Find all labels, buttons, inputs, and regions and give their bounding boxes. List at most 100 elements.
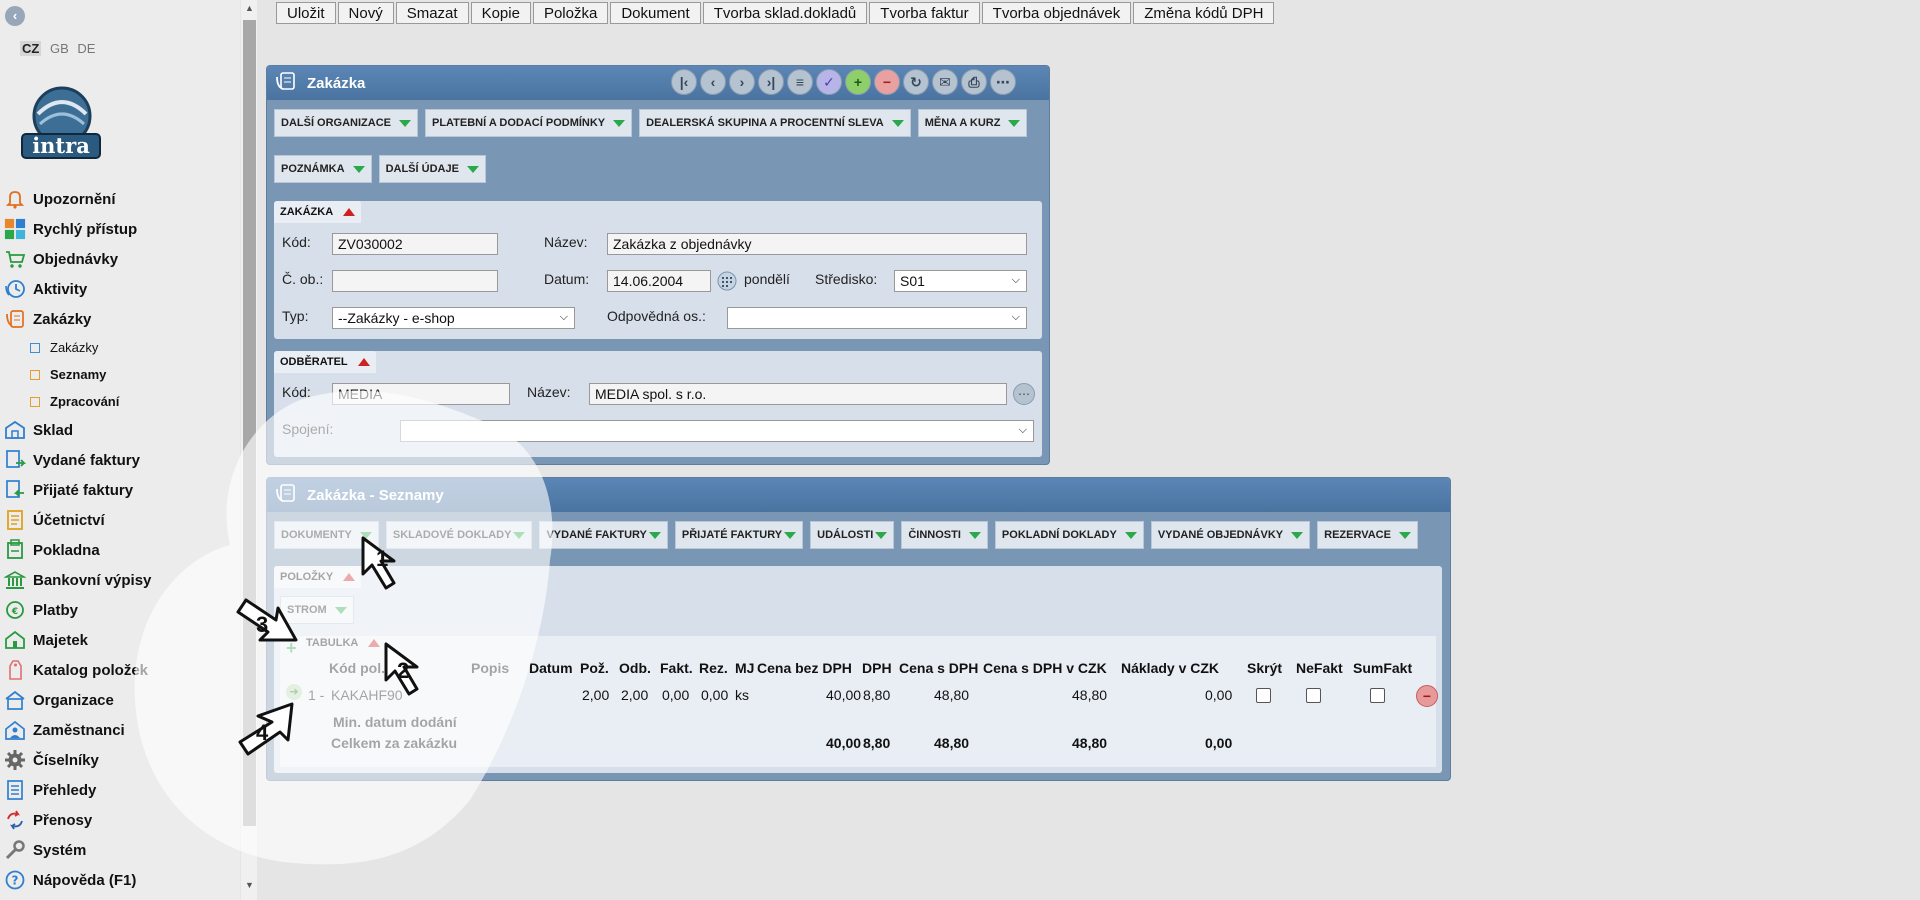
col-datum[interactable]: Datum <box>529 660 573 676</box>
row-tree-icon[interactable]: ➜ <box>286 684 302 700</box>
language-cz[interactable]: CZ <box>20 41 42 56</box>
cob-field[interactable] <box>332 270 498 292</box>
col-fakt[interactable]: Fakt. <box>660 660 693 676</box>
col-sumfakt[interactable]: SumFakt <box>1353 660 1412 676</box>
tab-pokladni-doklady[interactable]: POKLADNÍ DOKLADY <box>994 521 1144 549</box>
sidebar-item-ciselniky[interactable]: Číselníky <box>0 745 240 775</box>
sidebar-item-sklad[interactable]: Sklad <box>0 415 240 445</box>
tab-dalsi-organizace[interactable]: DALŠÍ ORGANIZACE <box>274 109 418 137</box>
col-mj[interactable]: MJ <box>735 660 754 676</box>
col-kod-pol[interactable]: Kód pol. <box>329 660 385 676</box>
scroll-thumb[interactable] <box>243 20 256 826</box>
print-icon[interactable]: ⎙ <box>961 69 987 95</box>
col-dph[interactable]: DPH <box>862 660 892 676</box>
change-vat-codes-button[interactable]: Změna kódů DPH <box>1133 2 1275 24</box>
first-record-icon[interactable]: |‹ <box>671 69 697 95</box>
stredisko-select[interactable]: S01 ⌵ <box>894 270 1027 292</box>
sidebar-item-bankovni-vypisy[interactable]: Bankovní výpisy <box>0 565 240 595</box>
delete-button[interactable]: Smazat <box>395 2 469 24</box>
language-gb[interactable]: GB <box>50 41 69 56</box>
kod-field[interactable] <box>332 233 498 255</box>
previous-record-icon[interactable]: ‹ <box>700 69 726 95</box>
col-skryt[interactable]: Skrýt <box>1247 660 1282 676</box>
more-options-icon[interactable]: ⋯ <box>990 69 1016 95</box>
datum-field[interactable] <box>607 270 711 292</box>
tab-platebni-podminky[interactable]: PLATEBNÍ A DODACÍ PODMÍNKY <box>425 109 633 137</box>
create-orders-button[interactable]: Tvorba objednávek <box>981 2 1132 24</box>
typ-select[interactable]: --Zakázky - e-shop ⌵ <box>332 307 575 329</box>
language-de[interactable]: DE <box>77 41 95 56</box>
col-cena-s-dph-czk[interactable]: Cena s DPH v CZK <box>983 660 1107 676</box>
col-nefakt[interactable]: NeFakt <box>1296 660 1343 676</box>
sidebar-item-zakazky[interactable]: Zakázky <box>0 304 240 334</box>
sidebar-scrollbar[interactable]: ▲ ▼ <box>241 0 257 900</box>
add-row-icon[interactable]: + <box>286 638 297 659</box>
scroll-down-arrow-icon[interactable]: ▼ <box>245 880 254 890</box>
collapse-sidebar-button[interactable]: ‹ <box>5 6 25 26</box>
skryt-checkbox[interactable] <box>1256 688 1271 703</box>
sidebar-item-prehledy[interactable]: Přehledy <box>0 775 240 805</box>
zakazka-section-toggle[interactable]: ZAKÁZKA <box>274 201 362 223</box>
sidebar-item-zamestnanci[interactable]: Zaměstnanci <box>0 715 240 745</box>
col-cena-s-dph[interactable]: Cena s DPH <box>899 660 978 676</box>
polozky-section-toggle[interactable]: POLOŽKY <box>274 566 362 588</box>
tabulka-toggle[interactable]: TABULKA <box>306 637 381 649</box>
sidebar-item-prijate-faktury[interactable]: Přijaté faktury <box>0 475 240 505</box>
sidebar-item-ucetnictvi[interactable]: Účetnictví <box>0 505 240 535</box>
sidebar-item-prenosy[interactable]: Přenosy <box>0 805 240 835</box>
col-cena-bez-dph[interactable]: Cena bez DPH <box>757 660 852 676</box>
odberatel-section-toggle[interactable]: ODBĚRATEL <box>274 351 376 373</box>
sumfakt-checkbox[interactable] <box>1370 688 1385 703</box>
remove-row-icon[interactable]: − <box>1416 685 1438 707</box>
tab-dealerska-skupina[interactable]: DEALERSKÁ SKUPINA A PROCENTNÍ SLEVA <box>639 109 911 137</box>
item-button[interactable]: Položka <box>532 2 609 24</box>
tab-dalsi-udaje[interactable]: DALŠÍ ÚDAJE <box>378 155 486 183</box>
sidebar-item-majetek[interactable]: Majetek <box>0 625 240 655</box>
last-record-icon[interactable]: ›| <box>758 69 784 95</box>
tab-prijate-faktury[interactable]: PŘIJATÉ FAKTURY <box>674 521 804 549</box>
sidebar-item-organizace[interactable]: Organizace <box>0 685 240 715</box>
sidebar-item-seznamy[interactable]: Seznamy <box>0 361 240 388</box>
next-record-icon[interactable]: › <box>729 69 755 95</box>
refresh-icon[interactable]: ↻ <box>903 69 929 95</box>
sidebar-item-objednavky[interactable]: Objednávky <box>0 244 240 274</box>
new-button[interactable]: Nový <box>337 2 394 24</box>
col-odb[interactable]: Odb. <box>619 660 651 676</box>
save-button[interactable]: Uložit <box>276 2 336 24</box>
odberatel-kod-field[interactable] <box>332 383 510 405</box>
sidebar-item-zakazky[interactable]: Zakázky <box>0 334 240 361</box>
remove-icon[interactable]: − <box>874 69 900 95</box>
tab-mena-kurz[interactable]: MĚNA A KURZ <box>917 109 1028 137</box>
odberatel-nazev-field[interactable] <box>589 383 1007 405</box>
tab-udalosti[interactable]: UDÁLOSTI <box>810 521 895 549</box>
nefakt-checkbox[interactable] <box>1306 688 1321 703</box>
copy-button[interactable]: Kopie <box>470 2 531 24</box>
odberatel-lookup-icon[interactable]: ⋯ <box>1013 383 1035 405</box>
sidebar-item-upozorneni[interactable]: Upozornění <box>0 184 240 214</box>
sidebar-item-pokladna[interactable]: Pokladna <box>0 535 240 565</box>
strom-toggle[interactable]: STROM <box>280 596 354 624</box>
sidebar-item-napoveda-f1[interactable]: ? Nápověda (F1) <box>0 865 240 895</box>
sidebar-item-platby[interactable]: € Platby <box>0 595 240 625</box>
email-icon[interactable]: ✉ <box>932 69 958 95</box>
create-stock-documents-button[interactable]: Tvorba sklad.dokladů <box>702 2 868 24</box>
col-rez[interactable]: Rez. <box>699 660 728 676</box>
sidebar-item-katalog-polozek[interactable]: Katalog položek <box>0 655 240 685</box>
tab-vydane-faktury[interactable]: VYDANÉ FAKTURY <box>539 521 668 549</box>
sidebar-item-aktivity[interactable]: Aktivity <box>0 274 240 304</box>
sidebar-item-zpracovani[interactable]: Zpracování <box>0 388 240 415</box>
odpovedna-osoba-select[interactable]: ⌵ <box>727 307 1027 329</box>
document-button[interactable]: Dokument <box>610 2 701 24</box>
calendar-icon[interactable] <box>717 271 737 291</box>
col-naklady-czk[interactable]: Náklady v CZK <box>1121 660 1219 676</box>
confirm-check-icon[interactable]: ✓ <box>816 69 842 95</box>
tab-rezervace[interactable]: REZERVACE <box>1317 521 1418 549</box>
add-icon[interactable]: + <box>845 69 871 95</box>
tab-poznamka[interactable]: POZNÁMKA <box>274 155 372 183</box>
spojeni-select[interactable]: ⌵ <box>400 420 1034 442</box>
list-icon[interactable]: ≡ <box>787 69 813 95</box>
tab-vydane-objednavky[interactable]: VYDANÉ OBJEDNÁVKY <box>1150 521 1311 549</box>
tab-dokumenty[interactable]: DOKUMENTY <box>274 521 379 549</box>
col-poz[interactable]: Pož. <box>580 660 609 676</box>
sidebar-item-system[interactable]: Systém <box>0 835 240 865</box>
